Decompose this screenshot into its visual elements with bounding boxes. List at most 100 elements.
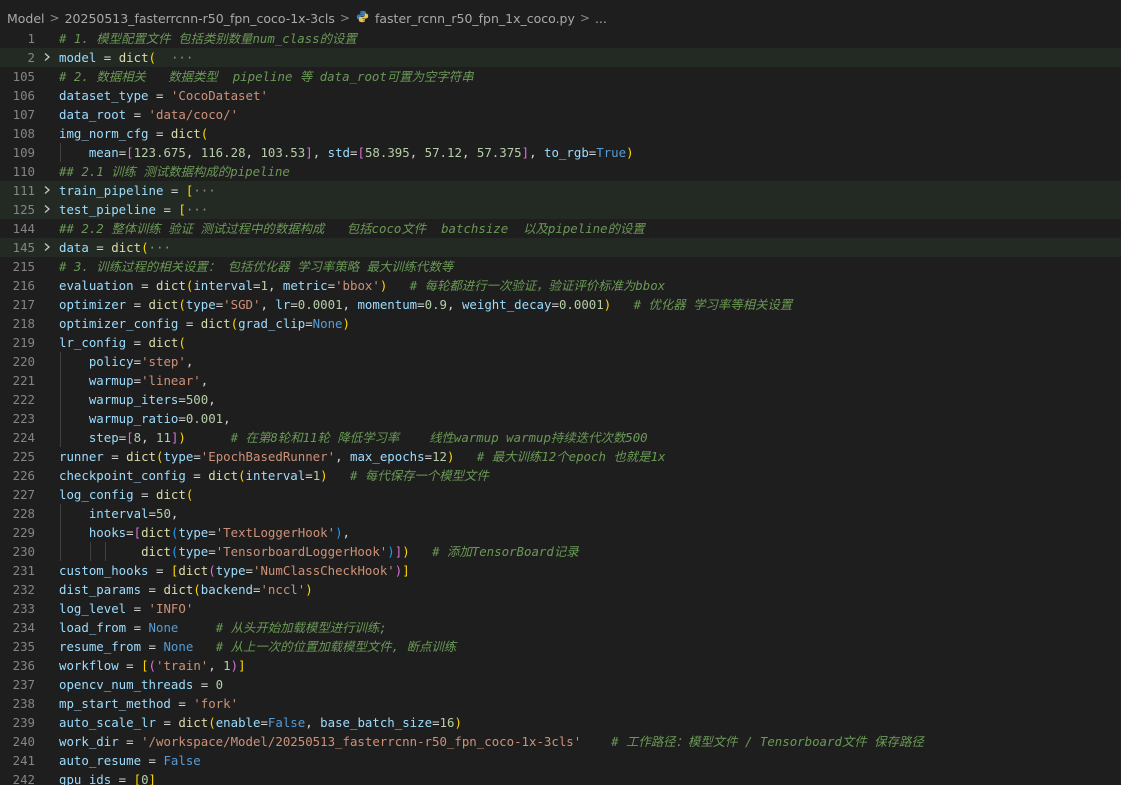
code-line[interactable]: 226 checkpoint_config = dict(interval=1) … <box>0 466 1121 485</box>
code-line[interactable]: 234 load_from = None # 从头开始加载模型进行训练; <box>0 618 1121 637</box>
code-line[interactable]: 216 evaluation = dict(interval=1, metric=… <box>0 276 1121 295</box>
token: custom_hooks <box>59 563 149 578</box>
token: = <box>133 278 156 293</box>
breadcrumb-folder-model[interactable]: Model <box>7 11 45 26</box>
token: 'INFO' <box>148 601 194 616</box>
code-line[interactable]: 110 ## 2.1 训练 测试数据构成的pipeline <box>0 162 1121 181</box>
token: ) <box>387 544 395 559</box>
code-line[interactable]: 222 warmup_iters=500, <box>0 390 1121 409</box>
code-line[interactable]: 238 mp_start_method = 'fork' <box>0 694 1121 713</box>
token: lr_config <box>59 335 127 350</box>
token: = <box>417 297 425 312</box>
code-text: dict(type='TensorboardLoggerHook')]) # 添… <box>59 542 579 561</box>
token: load_from <box>59 620 127 635</box>
code-line[interactable]: 241 auto_resume = False <box>0 751 1121 770</box>
indent-guide <box>60 542 61 561</box>
breadcrumb-folder-experiment[interactable]: 20250513_fasterrcnn-r50_fpn_coco-1x-3cls <box>65 11 335 26</box>
code-line[interactable]: 106 dataset_type = 'CocoDataset' <box>0 86 1121 105</box>
code-line[interactable]: 235 resume_from = None # 从上一次的位置加载模型文件, 断… <box>0 637 1121 656</box>
token: 0 <box>215 677 224 692</box>
code-line[interactable]: 1 # 1. 模型配置文件 包括类别数量num_class的设置 <box>0 29 1121 48</box>
code-text: mean=[123.675, 116.28, 103.53], std=[58.… <box>59 143 634 162</box>
fold-chevron-icon[interactable] <box>35 200 59 219</box>
line-number: 221 <box>12 373 35 388</box>
token: type <box>185 297 216 312</box>
token: 1 <box>260 278 268 293</box>
token: checkpoint_config <box>59 468 186 483</box>
token: train_pipeline <box>59 183 164 198</box>
code-line[interactable]: 242 gpu_ids = [0] <box>0 770 1121 785</box>
line-number: 237 <box>12 677 35 692</box>
token: 1 <box>223 658 231 673</box>
code-line[interactable]: 220 policy='step', <box>0 352 1121 371</box>
code-line[interactable]: 219 lr_config = dict( <box>0 333 1121 352</box>
token: ( <box>208 563 216 578</box>
token: 50 <box>156 506 171 521</box>
token: ] <box>148 772 157 785</box>
line-number: 229 <box>12 525 35 540</box>
code-line[interactable]: 109 mean=[123.675, 116.28, 103.53], std=… <box>0 143 1121 162</box>
token: # 从头开始加载模型进行训练; <box>215 620 387 635</box>
token: dist_params <box>59 582 142 597</box>
fold-gutter <box>35 371 59 390</box>
code-line[interactable]: 145 data = dict(··· <box>0 238 1121 257</box>
code-line[interactable]: 221 warmup='linear', <box>0 371 1121 390</box>
code-text: warmup_ratio=0.001, <box>59 409 231 428</box>
token: [ <box>141 658 149 673</box>
line-number: 239 <box>12 715 35 730</box>
token: data_root <box>59 107 127 122</box>
token: 12 <box>432 449 447 464</box>
fold-chevron-icon[interactable] <box>35 181 59 200</box>
token: log_level <box>59 601 127 616</box>
code-line[interactable]: 233 log_level = 'INFO' <box>0 599 1121 618</box>
code-line[interactable]: 111 train_pipeline = [··· <box>0 181 1121 200</box>
code-line[interactable]: 237 opencv_num_threads = 0 <box>0 675 1121 694</box>
code-text: mp_start_method = 'fork' <box>59 694 238 713</box>
token: = <box>155 715 179 730</box>
token: , <box>200 373 209 388</box>
code-line[interactable]: 239 auto_scale_lr = dict(enable=False, ba… <box>0 713 1121 732</box>
code-line[interactable]: 125 test_pipeline = [··· <box>0 200 1121 219</box>
code-line[interactable]: 2 model = dict( ··· <box>0 48 1121 67</box>
token: policy <box>88 354 134 369</box>
code-line[interactable]: 215 # 3. 训练过程的相关设置： 包括优化器 学习率策略 最大训练代数等 <box>0 257 1121 276</box>
code-line[interactable]: 223 warmup_ratio=0.001, <box>0 409 1121 428</box>
code-line[interactable]: 217 optimizer = dict(type='SGD', lr=0.000… <box>0 295 1121 314</box>
code-line[interactable]: 231 custom_hooks = [dict(type='NumClassCh… <box>0 561 1121 580</box>
code-text: warmup_iters=500, <box>59 390 216 409</box>
code-line[interactable]: 232 dist_params = dict(backend='nccl') <box>0 580 1121 599</box>
token: , <box>208 392 216 407</box>
code-editor[interactable]: 1 # 1. 模型配置文件 包括类别数量num_class的设置 2 model = … <box>0 29 1121 785</box>
code-line[interactable]: 144 ## 2.2 整体训练 验证 测试过程中的数据构成 包括coco文件 ba… <box>0 219 1121 238</box>
token: True <box>596 145 627 160</box>
code-line[interactable]: 227 log_config = dict( <box>0 485 1121 504</box>
code-line[interactable]: 229 hooks=[dict(type='TextLoggerHook'), <box>0 523 1121 542</box>
code-line[interactable]: 218 optimizer_config = dict(grad_clip=Non… <box>0 314 1121 333</box>
token: interval <box>245 468 306 483</box>
fold-chevron-icon[interactable] <box>35 48 59 67</box>
code-line[interactable]: 225 runner = dict(type='EpochBasedRunner'… <box>0 447 1121 466</box>
code-line[interactable]: 228 interval=50, <box>0 504 1121 523</box>
token: 0.0001 <box>558 297 604 312</box>
code-line[interactable]: 105 # 2. 数据相关 数据类型 pipeline 等 data_root可置… <box>0 67 1121 86</box>
token: = <box>193 449 201 464</box>
code-line[interactable]: 230 dict(type='TensorboardLoggerHook')])… <box>0 542 1121 561</box>
token: ( <box>208 715 216 730</box>
token: [ <box>133 772 142 785</box>
code-line[interactable]: 236 workflow = [('train', 1)] <box>0 656 1121 675</box>
breadcrumb-symbols[interactable]: ... <box>595 11 607 26</box>
breadcrumb-file[interactable]: faster_rcnn_r50_fpn_1x_coco.py <box>375 11 575 26</box>
fold-gutter <box>35 694 59 713</box>
code-line[interactable]: 224 step=[8, 11]) # 在第8轮和11轮 降低学习率 线性war… <box>0 428 1121 447</box>
code-line[interactable]: 107 data_root = 'data/coco/' <box>0 105 1121 124</box>
fold-chevron-icon[interactable] <box>35 238 59 257</box>
token: runner <box>59 449 104 464</box>
fold-gutter <box>35 124 59 143</box>
code-line[interactable]: 240 work_dir = '/workspace/Model/20250513… <box>0 732 1121 751</box>
fold-gutter <box>35 466 59 485</box>
code-line[interactable]: 108 img_norm_cfg = dict( <box>0 124 1121 143</box>
token: None <box>163 639 194 654</box>
